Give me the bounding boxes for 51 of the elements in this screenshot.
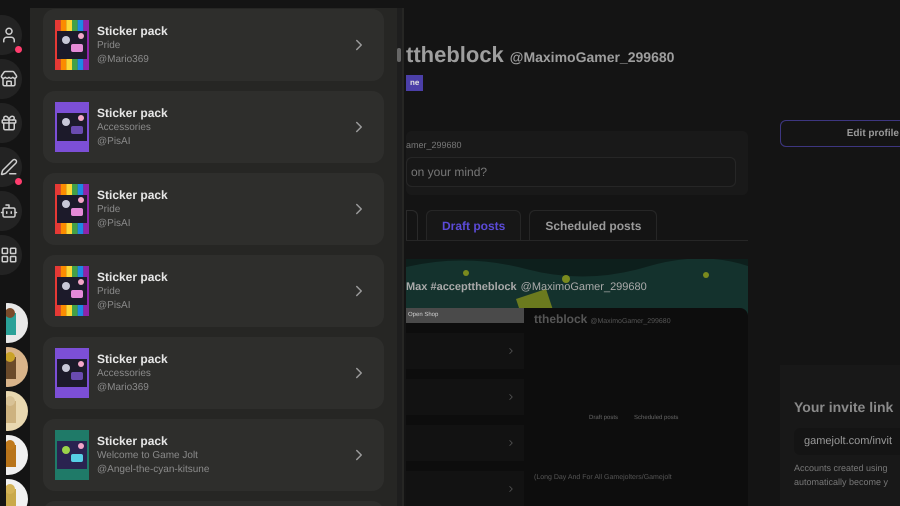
post-author: Max #accepttheblock xyxy=(406,280,517,296)
post-input[interactable]: on your mind? xyxy=(406,156,736,186)
sticker-pack-icon xyxy=(55,348,89,398)
pack-name: Pride xyxy=(97,202,122,216)
sticker-pack-icon xyxy=(55,266,89,316)
pen-icon xyxy=(0,158,18,176)
sticker-pack-card[interactable]: Sticker pack Pride @PisAI xyxy=(43,255,384,327)
sticker-pack-card[interactable]: Sticker pack Pride @PisAI xyxy=(43,173,384,245)
pack-title: Sticker pack xyxy=(97,352,169,366)
sticker-pack-card[interactable]: Sticker pack Accessories @PisAI xyxy=(43,91,384,163)
pack-name: Accessories xyxy=(97,120,152,134)
invite-note: Accounts created using xyxy=(794,462,889,475)
sticker-pack-card[interactable]: Sticker pack Accessories @Mario369 xyxy=(43,337,384,409)
sticker-pack-icon xyxy=(55,20,89,70)
sticker-pack-icon xyxy=(55,430,89,480)
sticker-pack-card[interactable]: Sticker pack Pride @Mario369 xyxy=(43,9,384,81)
pack-title: Sticker pack xyxy=(97,434,169,448)
pack-owner: @Mario369 xyxy=(97,52,150,66)
pack-owner: @Mario369 xyxy=(97,380,150,394)
pack-title: Sticker pack xyxy=(97,270,169,284)
composer-user: amer_299680 xyxy=(406,139,463,152)
pack-name: Welcome to Game Jolt xyxy=(97,448,199,462)
sticker-pack-icon xyxy=(55,102,89,152)
robot-icon xyxy=(0,202,18,220)
tab[interactable]: Scheduled posts xyxy=(529,210,658,240)
role-badge: ne xyxy=(406,75,424,91)
invite-title: Your invite link xyxy=(794,398,894,417)
pack-name: Pride xyxy=(97,284,122,298)
profile-name: ttheblock xyxy=(534,310,588,328)
scrollbar-thumb[interactable] xyxy=(397,48,401,62)
pack-owner: @PisAI xyxy=(97,134,132,148)
grid-icon xyxy=(0,246,18,264)
pack-owner: @PisAI xyxy=(97,298,132,312)
pack-name: Pride xyxy=(97,38,122,52)
pack-owner: @Angel-the-cyan-kitsune xyxy=(97,462,210,476)
pack-title: Sticker pack xyxy=(97,188,169,202)
pack-name: Accessories xyxy=(97,366,152,380)
profile-handle: @MaximoGamer_299680 xyxy=(510,48,674,67)
invite-link-field[interactable]: gamejolt.com/invit xyxy=(794,428,900,455)
pack-title: Sticker pack xyxy=(97,24,169,38)
invite-note: automatically become y xyxy=(794,476,890,489)
post-handle: @MaximoGamer_299680 xyxy=(520,280,647,296)
sticker-pack-card[interactable]: Sticker pack Welcome to Game Jolt @Angel-the-cyan-kitsune xyxy=(43,419,384,491)
sticker-pack-icon xyxy=(55,184,89,234)
store-icon xyxy=(0,70,18,88)
pack-owner: @PisAI xyxy=(97,216,132,230)
gift-icon xyxy=(0,114,18,132)
edit-profile-button[interactable]: Edit profile xyxy=(780,120,900,147)
pack-title: Sticker pack xyxy=(97,106,169,120)
user-icon xyxy=(0,26,18,44)
profile-name: ttheblock xyxy=(406,41,504,69)
